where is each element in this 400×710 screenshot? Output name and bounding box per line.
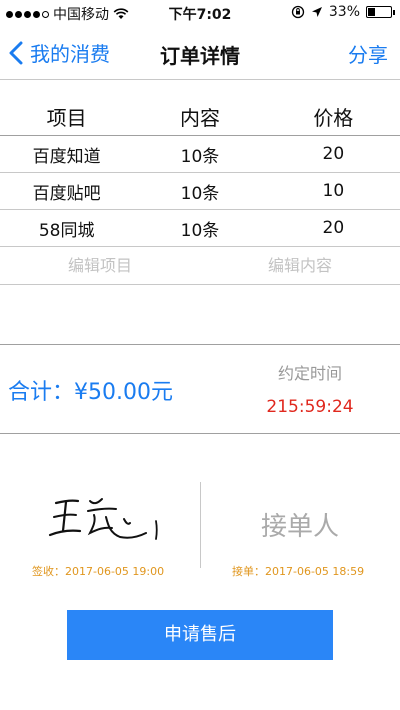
back-label: 我的消费 bbox=[30, 42, 110, 66]
row-item: 百度知道 bbox=[32, 146, 101, 167]
back-button[interactable]: 我的消费 bbox=[8, 38, 110, 67]
column-header-content: 内容 bbox=[179, 106, 220, 130]
row-price: 20 bbox=[322, 218, 345, 238]
status-right: 33% bbox=[291, 4, 395, 20]
nav-bar: 我的消费 订单详情 分享 bbox=[0, 26, 400, 80]
receiver-label: 接单人 bbox=[260, 512, 339, 542]
table-row: 百度知道 10条 20 bbox=[0, 136, 400, 173]
row-item: 百度贴吧 bbox=[32, 183, 101, 204]
handwritten-signature bbox=[48, 498, 158, 540]
status-bar: 中国移动 下午7:02 33% bbox=[0, 0, 400, 26]
table-row: 58同城 10条 20 bbox=[0, 210, 400, 247]
row-item: 58同城 bbox=[38, 220, 95, 241]
battery-percent: 33% bbox=[328, 4, 360, 20]
agreed-time-label: 约定时间 bbox=[277, 364, 342, 383]
battery-level bbox=[368, 8, 376, 16]
signed-timestamp: 签收：2017-06-05 19:00 bbox=[32, 565, 165, 578]
new-item-row bbox=[0, 247, 400, 285]
item-name-input[interactable] bbox=[0, 256, 200, 275]
order-items-table: 项目 内容 价格 百度知道 10条 20 百度贴吧 10条 10 58同城 10… bbox=[0, 98, 400, 285]
row-content: 10条 bbox=[180, 183, 220, 204]
share-button[interactable]: 分享 bbox=[348, 39, 388, 68]
column-header-price: 价格 bbox=[313, 106, 354, 130]
row-content: 10条 bbox=[180, 146, 220, 167]
accepted-timestamp: 接单：2017-06-05 18:59 bbox=[232, 565, 365, 578]
row-price: 10 bbox=[322, 181, 345, 201]
location-arrow-icon bbox=[311, 6, 322, 17]
table-row: 百度贴吧 10条 10 bbox=[0, 173, 400, 210]
table-header: 项目 内容 价格 bbox=[0, 98, 400, 136]
section-divider bbox=[0, 433, 400, 434]
battery-icon bbox=[366, 6, 395, 18]
row-content: 10条 bbox=[180, 220, 220, 241]
item-content-input[interactable] bbox=[200, 256, 400, 275]
section-divider bbox=[0, 344, 400, 345]
column-header-item: 项目 bbox=[46, 106, 87, 130]
agreed-time-countdown: 215:59:24 bbox=[266, 397, 354, 417]
apply-after-sale-button[interactable]: 申请售后 bbox=[67, 610, 333, 660]
orientation-lock-icon bbox=[291, 5, 305, 19]
row-price: 20 bbox=[322, 144, 345, 164]
order-total: 合计：¥50.00元 bbox=[8, 380, 173, 405]
chevron-left-icon bbox=[9, 41, 23, 64]
